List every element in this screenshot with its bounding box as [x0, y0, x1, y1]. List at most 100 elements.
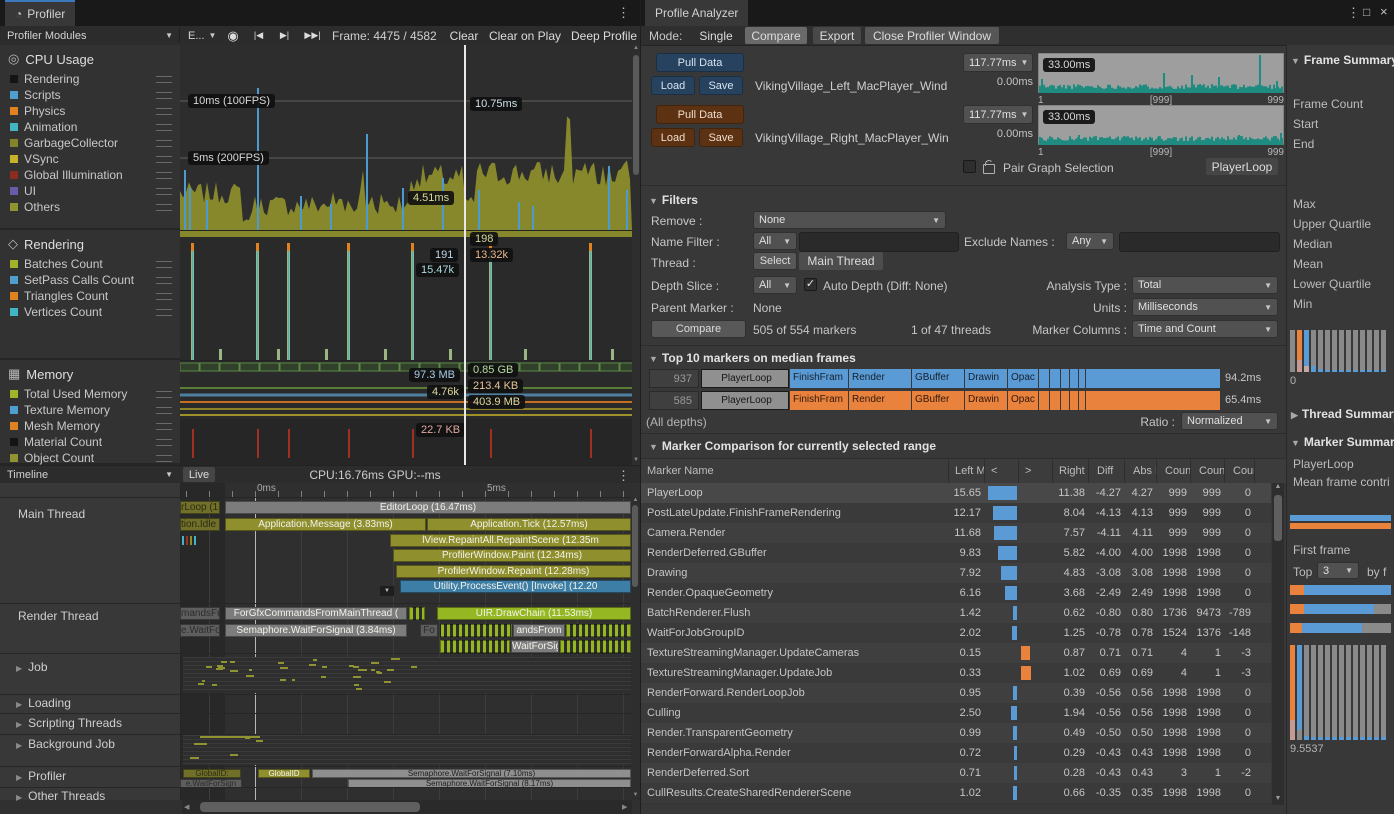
thread-row-scripting-threads[interactable]: ▶Scripting Threads — [16, 716, 122, 730]
load-right-button[interactable]: Load — [651, 128, 695, 147]
filters-header[interactable]: ▼Filters — [649, 193, 698, 207]
column-header[interactable]: Abs D — [1127, 459, 1157, 484]
compare-button[interactable]: Compare — [651, 320, 746, 338]
marker-columns-dropdown[interactable]: Time and Count▼ — [1132, 320, 1278, 338]
top10-segment[interactable]: Opac — [1008, 391, 1038, 410]
module-item[interactable]: SetPass Calls Count — [0, 272, 180, 288]
charts-scrollbar[interactable]: ▲ ▼ — [632, 45, 640, 465]
top10-segment[interactable]: PlayerLoop — [701, 391, 789, 410]
timeline-span[interactable]: e.WaitForSigna — [180, 624, 220, 637]
pair-graph-checkbox[interactable] — [963, 160, 976, 173]
drag-handle-icon[interactable] — [156, 172, 172, 179]
close-icon[interactable]: × — [1380, 4, 1388, 19]
timeline-span[interactable]: tion.Idle (1 — [180, 518, 220, 531]
left-range-dropdown[interactable]: 117.77ms▼ — [963, 53, 1033, 72]
top10-bar[interactable]: PlayerLoopFinishFramRenderGBufferDrawinO… — [701, 391, 1220, 410]
timeline-span[interactable]: Fo — [420, 624, 438, 637]
drag-handle-icon[interactable] — [156, 277, 172, 284]
exclude-mode-dropdown[interactable]: Any▼ — [1066, 232, 1114, 250]
timeline-span[interactable]: EditorLoop (16.47ms) — [225, 501, 631, 514]
units-dropdown[interactable]: Milliseconds▼ — [1132, 298, 1278, 316]
frame-summary-histogram[interactable] — [1290, 330, 1390, 372]
table-row[interactable]: Culling2.501.94-0.560.56199819980 — [641, 703, 1271, 724]
top10-segment[interactable] — [1079, 369, 1085, 388]
top10-segment-rest[interactable] — [1086, 391, 1220, 410]
export-button[interactable]: Export — [813, 27, 861, 44]
table-row[interactable]: Drawing7.924.83-3.083.08199819980 — [641, 563, 1271, 584]
marker-comparison-header[interactable]: ▼Marker Comparison for currently selecte… — [649, 439, 936, 453]
record-button[interactable]: ◉ — [222, 27, 244, 44]
top10-segment[interactable]: GBuffer — [912, 391, 964, 410]
top10-segment[interactable]: FinishFram — [790, 369, 848, 388]
drag-handle-icon[interactable] — [156, 293, 172, 300]
foldout-icon[interactable]: ▶ — [16, 741, 22, 750]
table-scrollbar-thumb[interactable] — [1274, 495, 1282, 541]
scroll-left-icon[interactable]: ◀ — [184, 803, 192, 811]
editor-target-dropdown[interactable]: E...▼ — [183, 27, 219, 44]
pull-data-left-button[interactable]: Pull Data — [656, 53, 744, 72]
drag-handle-icon[interactable] — [156, 108, 172, 115]
scroll-up-icon[interactable]: ▲ — [632, 45, 640, 53]
top10-segment[interactable]: Opac — [1008, 369, 1038, 388]
foldout-icon[interactable]: ▶ — [16, 773, 22, 782]
top10-segment[interactable] — [1061, 391, 1069, 410]
top10-frame-number[interactable]: 585 — [649, 391, 699, 410]
name-filter-input[interactable] — [799, 232, 959, 252]
table-row[interactable]: Render.OpaqueGeometry6.163.68-2.492.4919… — [641, 583, 1271, 604]
timeline-span[interactable]: ForGfxCommandsFromMainThread ( — [225, 607, 407, 620]
column-header[interactable]: Coun — [1159, 459, 1191, 484]
timeline-span[interactable]: WaitForSig — [511, 640, 559, 653]
module-item[interactable]: Batches Count — [0, 256, 180, 272]
mode-single-button[interactable]: Single — [693, 27, 739, 44]
column-header[interactable]: > — [1019, 459, 1053, 484]
column-header[interactable]: Coun — [1193, 459, 1225, 484]
top10-segment[interactable]: Drawin — [965, 391, 1007, 410]
module-header[interactable]: ◎CPU Usage — [0, 45, 180, 71]
module-item[interactable]: Material Count — [0, 434, 180, 450]
timeline-span[interactable] — [440, 640, 510, 653]
scroll-up-icon[interactable]: ▲ — [1272, 483, 1284, 493]
thread-row-render-thread[interactable]: Render Thread — [18, 609, 99, 623]
marker-summary-header[interactable]: ▼Marker Summary — [1291, 435, 1394, 449]
thread-row-main-thread[interactable]: Main Thread — [18, 507, 85, 521]
timeline-span[interactable]: ProfilerWindow.Repaint (12.28ms) — [396, 565, 631, 578]
thread-summary-header[interactable]: ▶Thread Summary — [1291, 407, 1394, 421]
profiler-charts[interactable]: 10ms (100FPS) 5ms (200FPS) 10.75ms 4.51m… — [180, 45, 632, 465]
top10-segment[interactable]: PlayerLoop — [701, 369, 789, 388]
frame-summary-header[interactable]: ▼Frame Summary — [1291, 53, 1394, 67]
top10-segment[interactable] — [1079, 391, 1085, 410]
ratio-dropdown[interactable]: Normalized▼ — [1181, 412, 1278, 430]
top10-segment[interactable]: Drawin — [965, 369, 1007, 388]
prev-frame-button[interactable]: |◀ — [247, 27, 270, 44]
module-item[interactable]: Object Count — [0, 450, 180, 466]
top10-header[interactable]: ▼Top 10 markers on median frames — [649, 351, 856, 365]
timeline-span[interactable]: GlobalID — [258, 769, 310, 778]
timeline-span[interactable] — [560, 640, 631, 653]
live-button[interactable]: Live — [183, 467, 215, 482]
save-left-button[interactable]: Save — [699, 76, 743, 95]
scroll-down-icon[interactable]: ▼ — [632, 457, 640, 465]
table-row[interactable]: TextureStreamingManager.UpdateCameras0.1… — [641, 643, 1271, 664]
mode-compare-button[interactable]: Compare — [745, 27, 807, 44]
timeline-vscrollbar-thumb[interactable] — [632, 505, 638, 587]
module-header[interactable]: ▦Memory — [0, 360, 180, 386]
auto-depth-checkbox[interactable]: ✓ — [804, 278, 817, 291]
timeline-hscrollbar[interactable]: ◀▶ — [182, 800, 632, 814]
table-scrollbar[interactable]: ▲▼ — [1272, 483, 1284, 805]
drag-handle-icon[interactable] — [156, 407, 172, 414]
timeline-span[interactable]: Utility.ProcessEvent() [Invoke] (12.20 — [400, 580, 631, 593]
timeline-span[interactable]: Application.Tick (12.57ms) — [427, 518, 631, 531]
scroll-up-icon[interactable]: ▲ — [631, 497, 640, 505]
top10-segment[interactable] — [1039, 391, 1049, 410]
close-profiler-window-button[interactable]: Close Profiler Window — [865, 27, 999, 44]
drag-handle-icon[interactable] — [156, 156, 172, 163]
column-header[interactable]: Right — [1053, 459, 1089, 484]
scroll-down-icon[interactable]: ▼ — [631, 792, 640, 800]
timeline-span[interactable]: rLoop (1.6 — [180, 501, 220, 514]
scroll-right-icon[interactable]: ▶ — [622, 803, 630, 811]
timeline-span[interactable]: ProfilerWindow.Paint (12.34ms) — [393, 549, 631, 562]
table-row[interactable]: PlayerLoop15.6511.38-4.274.279999990 — [641, 483, 1271, 504]
timeline-menu-icon[interactable]: ⋮ — [617, 468, 630, 484]
drag-handle-icon[interactable] — [156, 439, 172, 446]
timeline-span[interactable] — [566, 624, 631, 637]
